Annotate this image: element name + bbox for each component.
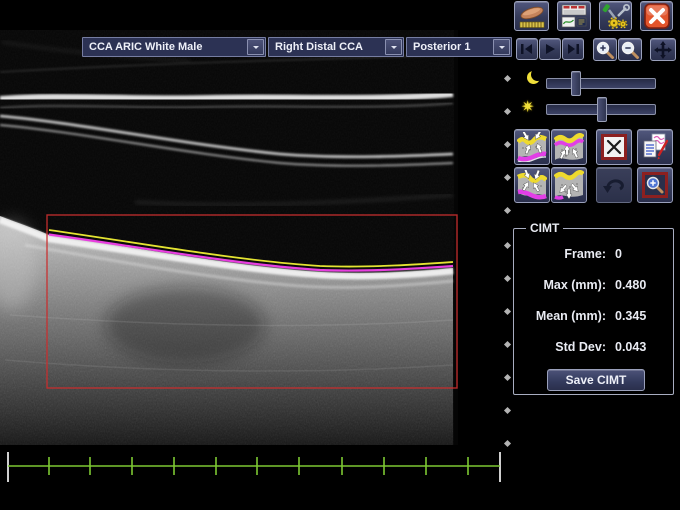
contrast-slider-thumb[interactable]	[597, 97, 607, 122]
panel-diamond-marker	[504, 207, 511, 214]
panel-diamond-marker	[504, 341, 511, 348]
segment-dropdown-value: Right Distal CCA	[275, 41, 363, 53]
panel-diamond-marker	[504, 374, 511, 381]
magnifier-plus-icon	[645, 175, 665, 195]
brightness-moon-icon	[527, 71, 540, 84]
panel-diamond-marker	[504, 308, 511, 315]
angle-dropdown-value: Posterior 1	[413, 41, 470, 53]
cimt-mean-row: Mean (mm): 0.345	[520, 309, 659, 323]
chevron-down-icon[interactable]	[493, 39, 510, 55]
undo-arrow-icon	[601, 173, 627, 197]
segment-dropdown[interactable]: Right Distal CCA	[268, 37, 404, 57]
contrast-slider[interactable]	[546, 104, 656, 115]
max-value: 0.480	[615, 278, 659, 292]
close-button[interactable]	[640, 1, 673, 31]
play-button[interactable]	[539, 38, 561, 60]
save-cimt-button[interactable]: Save CIMT	[547, 369, 645, 391]
chevron-down-icon[interactable]	[247, 39, 264, 55]
auto-trace-intima-media-button[interactable]	[551, 129, 587, 165]
panel-diamond-marker	[504, 108, 511, 115]
settings-tools-button[interactable]	[599, 1, 632, 31]
frame-label: Frame:	[564, 247, 606, 261]
angle-dropdown[interactable]: Posterior 1	[406, 37, 512, 57]
zoom-in-icon	[595, 40, 615, 60]
copy-report-button[interactable]	[637, 129, 673, 165]
brightness-slider-thumb[interactable]	[571, 71, 581, 96]
cimt-panel-legend: CIMT	[526, 221, 563, 235]
cimt-application: CCA ARIC White Male Right Distal CCA Pos…	[0, 0, 680, 510]
stddev-value: 0.043	[615, 340, 659, 354]
trace-band-icon	[554, 132, 584, 162]
ultrasound-image[interactable]	[0, 30, 458, 445]
undo-button[interactable]	[596, 167, 632, 203]
preset-dropdown-value: CCA ARIC White Male	[89, 41, 202, 53]
trace-layers-icon	[517, 170, 547, 200]
manual-trace-both-walls-button[interactable]	[514, 167, 550, 203]
mean-label: Mean (mm):	[536, 309, 606, 323]
close-icon	[644, 3, 670, 29]
panel-diamond-marker	[504, 75, 511, 82]
report-icon	[560, 3, 588, 29]
panel-diamond-marker	[504, 440, 511, 447]
max-label: Max (mm):	[543, 278, 606, 292]
cimt-frame-row: Frame: 0	[520, 247, 659, 261]
brightness-slider[interactable]	[546, 78, 656, 89]
delete-frame	[601, 134, 627, 160]
scale-ruler	[0, 450, 510, 486]
zoom-in-button[interactable]	[593, 38, 617, 61]
preset-dropdown[interactable]: CCA ARIC White Male	[82, 37, 266, 57]
trace-band-icon	[554, 170, 584, 200]
panel-diamond-marker	[504, 275, 511, 282]
report-button[interactable]	[557, 1, 591, 31]
panel-diamond-marker	[504, 242, 511, 249]
manual-trace-intima-media-button[interactable]	[551, 167, 587, 203]
trace-layers-icon	[517, 132, 547, 162]
frame-first-button[interactable]	[516, 38, 538, 60]
zoom-out-button[interactable]	[618, 38, 642, 61]
zoom-out-icon	[620, 40, 640, 60]
probe-ruler-icon	[517, 3, 547, 29]
cimt-results-panel: CIMT Frame: 0 Max (mm): 0.480 Mean (mm):…	[513, 221, 674, 395]
chevron-down-icon[interactable]	[385, 39, 402, 55]
skip-to-start-icon	[520, 43, 534, 55]
auto-trace-both-walls-button[interactable]	[514, 129, 550, 165]
contrast-sun-icon: ✷	[521, 100, 534, 116]
cimt-max-row: Max (mm): 0.480	[520, 278, 659, 292]
ruler-left-endcap	[7, 452, 9, 482]
measure-probe-button[interactable]	[514, 1, 549, 31]
zoom-roi-frame	[642, 172, 668, 198]
stddev-label: Std Dev:	[555, 340, 606, 354]
mean-value: 0.345	[615, 309, 659, 323]
play-icon	[543, 43, 557, 55]
copy-documents-icon	[640, 132, 670, 162]
ultrasound-canvas[interactable]	[0, 30, 458, 445]
tools-icon	[602, 3, 630, 29]
skip-to-end-icon	[566, 43, 580, 55]
cimt-stddev-row: Std Dev: 0.043	[520, 340, 659, 354]
panel-diamond-marker	[504, 174, 511, 181]
delete-x-icon	[605, 138, 623, 156]
zoom-roi-button[interactable]	[637, 167, 673, 203]
pan-move-icon	[654, 41, 672, 59]
pan-button[interactable]	[650, 38, 676, 61]
panel-diamond-marker	[504, 141, 511, 148]
ruler-right-endcap	[499, 452, 501, 482]
delete-measurement-button[interactable]	[596, 129, 632, 165]
frame-last-button[interactable]	[562, 38, 584, 60]
panel-diamond-marker	[504, 407, 511, 414]
frame-value: 0	[615, 247, 659, 261]
